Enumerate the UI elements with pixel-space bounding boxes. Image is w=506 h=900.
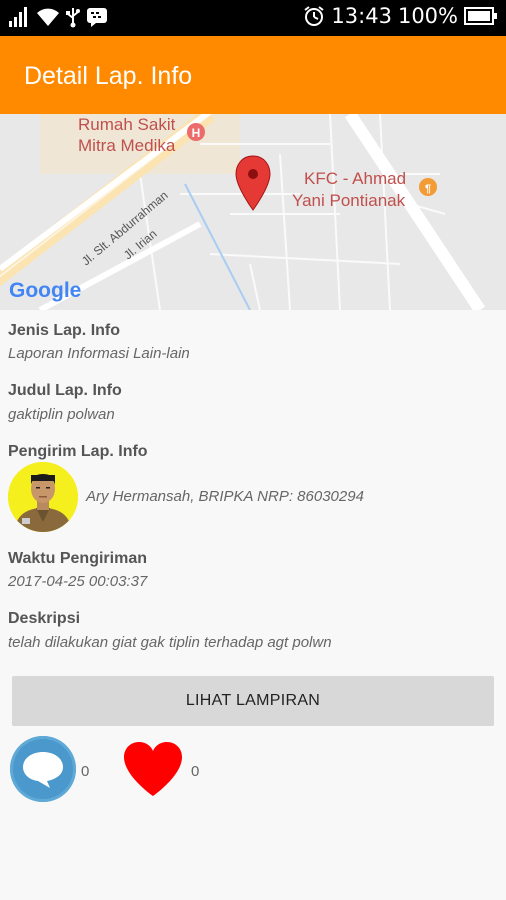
status-bar: 13:43 100%: [0, 0, 506, 36]
page-title: Detail Lap. Info: [24, 62, 193, 90]
usb-icon: [66, 8, 80, 28]
signal-icon: [9, 7, 27, 27]
report-detail: Jenis Lap. Info Laporan Informasi Lain-l…: [0, 310, 506, 900]
jenis-label: Jenis Lap. Info: [8, 322, 121, 339]
deskripsi-value: telah dilakukan giat gak tiplin terhadap…: [8, 634, 332, 651]
wifi-icon: [37, 8, 59, 26]
chat-bubble-icon: [10, 736, 76, 802]
svg-text:H: H: [192, 126, 201, 140]
map-label-hospital-2: Mitra Medika: [78, 136, 176, 155]
svg-text:¶: ¶: [425, 183, 431, 195]
waktu-value: 2017-04-25 00:03:37: [8, 573, 148, 590]
like-count: 0: [191, 763, 200, 780]
map-label-hospital-1: Rumah Sakit: [78, 115, 176, 134]
google-logo: Google: [9, 279, 81, 302]
location-map[interactable]: H ¶ Rumah Sakit Mitra Medika KFC - Ahmad…: [0, 114, 506, 310]
jenis-value: Laporan Informasi Lain-lain: [8, 345, 190, 362]
view-attachment-button[interactable]: LIHAT LAMPIRAN: [12, 676, 494, 726]
judul-value: gaktiplin polwan: [8, 406, 115, 423]
pengirim-value: Ary Hermansah, BRIPKA NRP: 86030294: [86, 488, 364, 505]
status-battery-percent: 100%: [397, 4, 458, 28]
comment-count: 0: [81, 763, 90, 780]
heart-icon: [124, 742, 182, 796]
comment-button[interactable]: [10, 736, 76, 802]
alarm-icon: [304, 6, 325, 26]
sender-avatar: [8, 462, 78, 532]
deskripsi-label: Deskripsi: [8, 610, 81, 627]
map-label-kfc-1: KFC - Ahmad: [304, 169, 406, 188]
app-bar: Detail Lap. Info: [0, 36, 506, 114]
bbm-icon: [87, 8, 107, 27]
waktu-label: Waktu Pengiriman: [8, 550, 147, 567]
status-time: 13:43: [331, 4, 392, 28]
judul-label: Judul Lap. Info: [8, 382, 122, 399]
pengirim-label: Pengirim Lap. Info: [8, 443, 148, 460]
like-button[interactable]: [122, 740, 184, 798]
map-label-kfc-2: Yani Pontianak: [292, 191, 406, 210]
battery-icon: [464, 7, 497, 25]
